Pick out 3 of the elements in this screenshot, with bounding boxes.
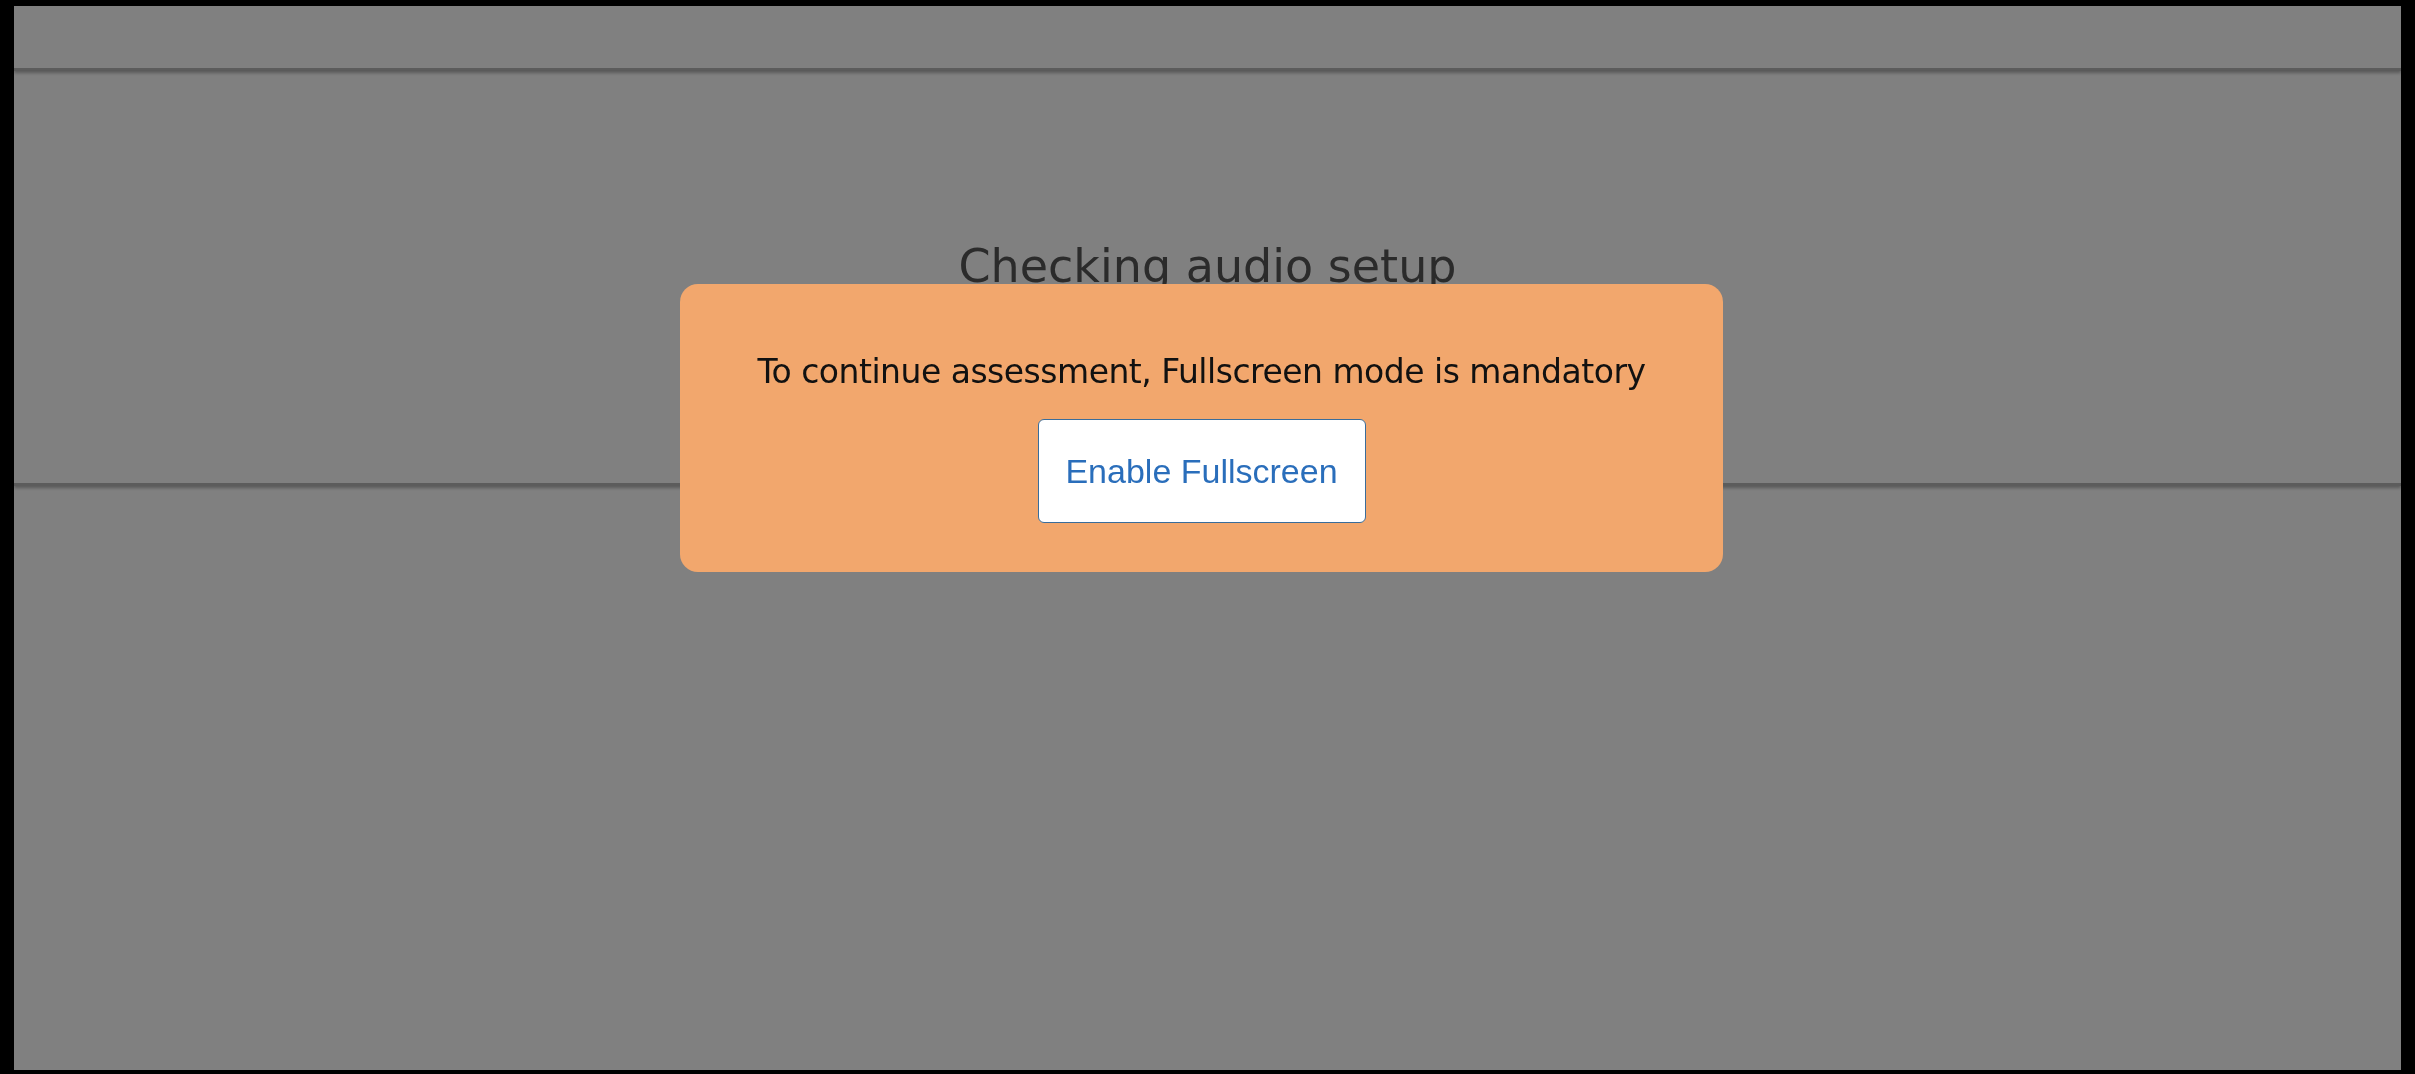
enable-fullscreen-button[interactable]: Enable Fullscreen bbox=[1037, 419, 1366, 523]
dialog-message: To continue assessment, Fullscreen mode is mandatory bbox=[757, 352, 1646, 391]
page-heading: Checking audio setup bbox=[958, 239, 1457, 293]
